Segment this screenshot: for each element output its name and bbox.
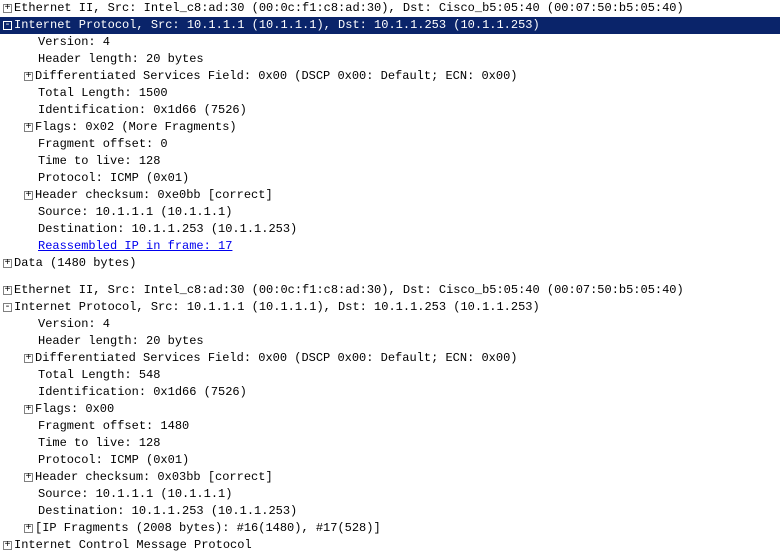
expand-icon[interactable]: + (3, 4, 12, 13)
ip-header-row[interactable]: - Internet Protocol, Src: 10.1.1.1 (10.1… (0, 299, 780, 316)
field-row[interactable]: Source: 10.1.1.1 (10.1.1.1) (0, 486, 780, 503)
expand-icon[interactable]: + (24, 354, 33, 363)
field-row[interactable]: Reassembled IP in frame: 17 (0, 238, 780, 255)
identification-field: Identification: 0x1d66 (7526) (38, 384, 247, 401)
field-row[interactable]: Header length: 20 bytes (0, 51, 780, 68)
fragment-offset-field: Fragment offset: 1480 (38, 418, 189, 435)
field-row[interactable]: + Header checksum: 0xe0bb [correct] (0, 187, 780, 204)
field-row[interactable]: Fragment offset: 0 (0, 136, 780, 153)
separator (0, 272, 780, 282)
ip-header-text: Internet Protocol, Src: 10.1.1.1 (10.1.1… (14, 299, 540, 316)
ip-header-text: Internet Protocol, Src: 10.1.1.1 (10.1.1… (14, 17, 540, 34)
field-row[interactable]: Protocol: ICMP (0x01) (0, 170, 780, 187)
expand-icon[interactable]: + (24, 191, 33, 200)
source-field: Source: 10.1.1.1 (10.1.1.1) (38, 204, 232, 221)
field-row[interactable]: Total Length: 548 (0, 367, 780, 384)
ethernet-header-row[interactable]: + Ethernet II, Src: Intel_c8:ad:30 (00:0… (0, 282, 780, 299)
expand-icon[interactable]: + (24, 524, 33, 533)
field-row[interactable]: + Flags: 0x00 (0, 401, 780, 418)
data-header-text: Data (1480 bytes) (14, 255, 136, 272)
total-length-field: Total Length: 1500 (38, 85, 168, 102)
header-length-field: Header length: 20 bytes (38, 51, 204, 68)
field-row[interactable]: Destination: 10.1.1.253 (10.1.1.253) (0, 221, 780, 238)
expand-icon[interactable]: + (24, 72, 33, 81)
expand-icon[interactable]: + (24, 123, 33, 132)
collapse-icon[interactable]: - (3, 21, 12, 30)
ethernet-header-text: Ethernet II, Src: Intel_c8:ad:30 (00:0c:… (14, 282, 684, 299)
ethernet-header-text: Ethernet II, Src: Intel_c8:ad:30 (00:0c:… (14, 0, 684, 17)
field-row[interactable]: Time to live: 128 (0, 435, 780, 452)
source-field: Source: 10.1.1.1 (10.1.1.1) (38, 486, 232, 503)
expand-icon[interactable]: + (3, 259, 12, 268)
icmp-header-row[interactable]: + Internet Control Message Protocol (0, 537, 780, 554)
dsf-field: Differentiated Services Field: 0x00 (DSC… (35, 68, 517, 85)
expand-icon[interactable]: + (24, 405, 33, 414)
icmp-header-text: Internet Control Message Protocol (14, 537, 252, 554)
field-row[interactable]: Time to live: 128 (0, 153, 780, 170)
protocol-field: Protocol: ICMP (0x01) (38, 170, 189, 187)
fragment-offset-field: Fragment offset: 0 (38, 136, 168, 153)
field-row[interactable]: + [IP Fragments (2008 bytes): #16(1480),… (0, 520, 780, 537)
destination-field: Destination: 10.1.1.253 (10.1.1.253) (38, 503, 297, 520)
checksum-field: Header checksum: 0x03bb [correct] (35, 469, 273, 486)
dsf-field: Differentiated Services Field: 0x00 (DSC… (35, 350, 517, 367)
field-row[interactable]: + Flags: 0x02 (More Fragments) (0, 119, 780, 136)
field-row[interactable]: Fragment offset: 1480 (0, 418, 780, 435)
reassembled-link[interactable]: Reassembled IP in frame: 17 (38, 238, 232, 255)
expand-icon[interactable]: + (3, 541, 12, 550)
field-row[interactable]: Version: 4 (0, 34, 780, 51)
field-row[interactable]: + Differentiated Services Field: 0x00 (D… (0, 350, 780, 367)
field-row[interactable]: + Header checksum: 0x03bb [correct] (0, 469, 780, 486)
expand-icon[interactable]: + (24, 473, 33, 482)
packet-details-pane: + Ethernet II, Src: Intel_c8:ad:30 (00:0… (0, 0, 780, 554)
collapse-icon[interactable]: - (3, 303, 12, 312)
field-row[interactable]: Total Length: 1500 (0, 85, 780, 102)
version-field: Version: 4 (38, 34, 110, 51)
flags-field: Flags: 0x00 (35, 401, 114, 418)
field-row[interactable]: Header length: 20 bytes (0, 333, 780, 350)
protocol-field: Protocol: ICMP (0x01) (38, 452, 189, 469)
field-row[interactable]: Destination: 10.1.1.253 (10.1.1.253) (0, 503, 780, 520)
field-row[interactable]: + Differentiated Services Field: 0x00 (D… (0, 68, 780, 85)
ethernet-header-row[interactable]: + Ethernet II, Src: Intel_c8:ad:30 (00:0… (0, 0, 780, 17)
destination-field: Destination: 10.1.1.253 (10.1.1.253) (38, 221, 297, 238)
identification-field: Identification: 0x1d66 (7526) (38, 102, 247, 119)
total-length-field: Total Length: 548 (38, 367, 160, 384)
field-row[interactable]: Identification: 0x1d66 (7526) (0, 102, 780, 119)
header-length-field: Header length: 20 bytes (38, 333, 204, 350)
field-row[interactable]: Identification: 0x1d66 (7526) (0, 384, 780, 401)
version-field: Version: 4 (38, 316, 110, 333)
ttl-field: Time to live: 128 (38, 435, 160, 452)
ip-header-row-selected[interactable]: - Internet Protocol, Src: 10.1.1.1 (10.1… (0, 17, 780, 34)
data-header-row[interactable]: + Data (1480 bytes) (0, 255, 780, 272)
checksum-field: Header checksum: 0xe0bb [correct] (35, 187, 273, 204)
ttl-field: Time to live: 128 (38, 153, 160, 170)
expand-icon[interactable]: + (3, 286, 12, 295)
flags-field: Flags: 0x02 (More Fragments) (35, 119, 237, 136)
field-row[interactable]: Protocol: ICMP (0x01) (0, 452, 780, 469)
field-row[interactable]: Version: 4 (0, 316, 780, 333)
fragments-field: [IP Fragments (2008 bytes): #16(1480), #… (35, 520, 381, 537)
field-row[interactable]: Source: 10.1.1.1 (10.1.1.1) (0, 204, 780, 221)
